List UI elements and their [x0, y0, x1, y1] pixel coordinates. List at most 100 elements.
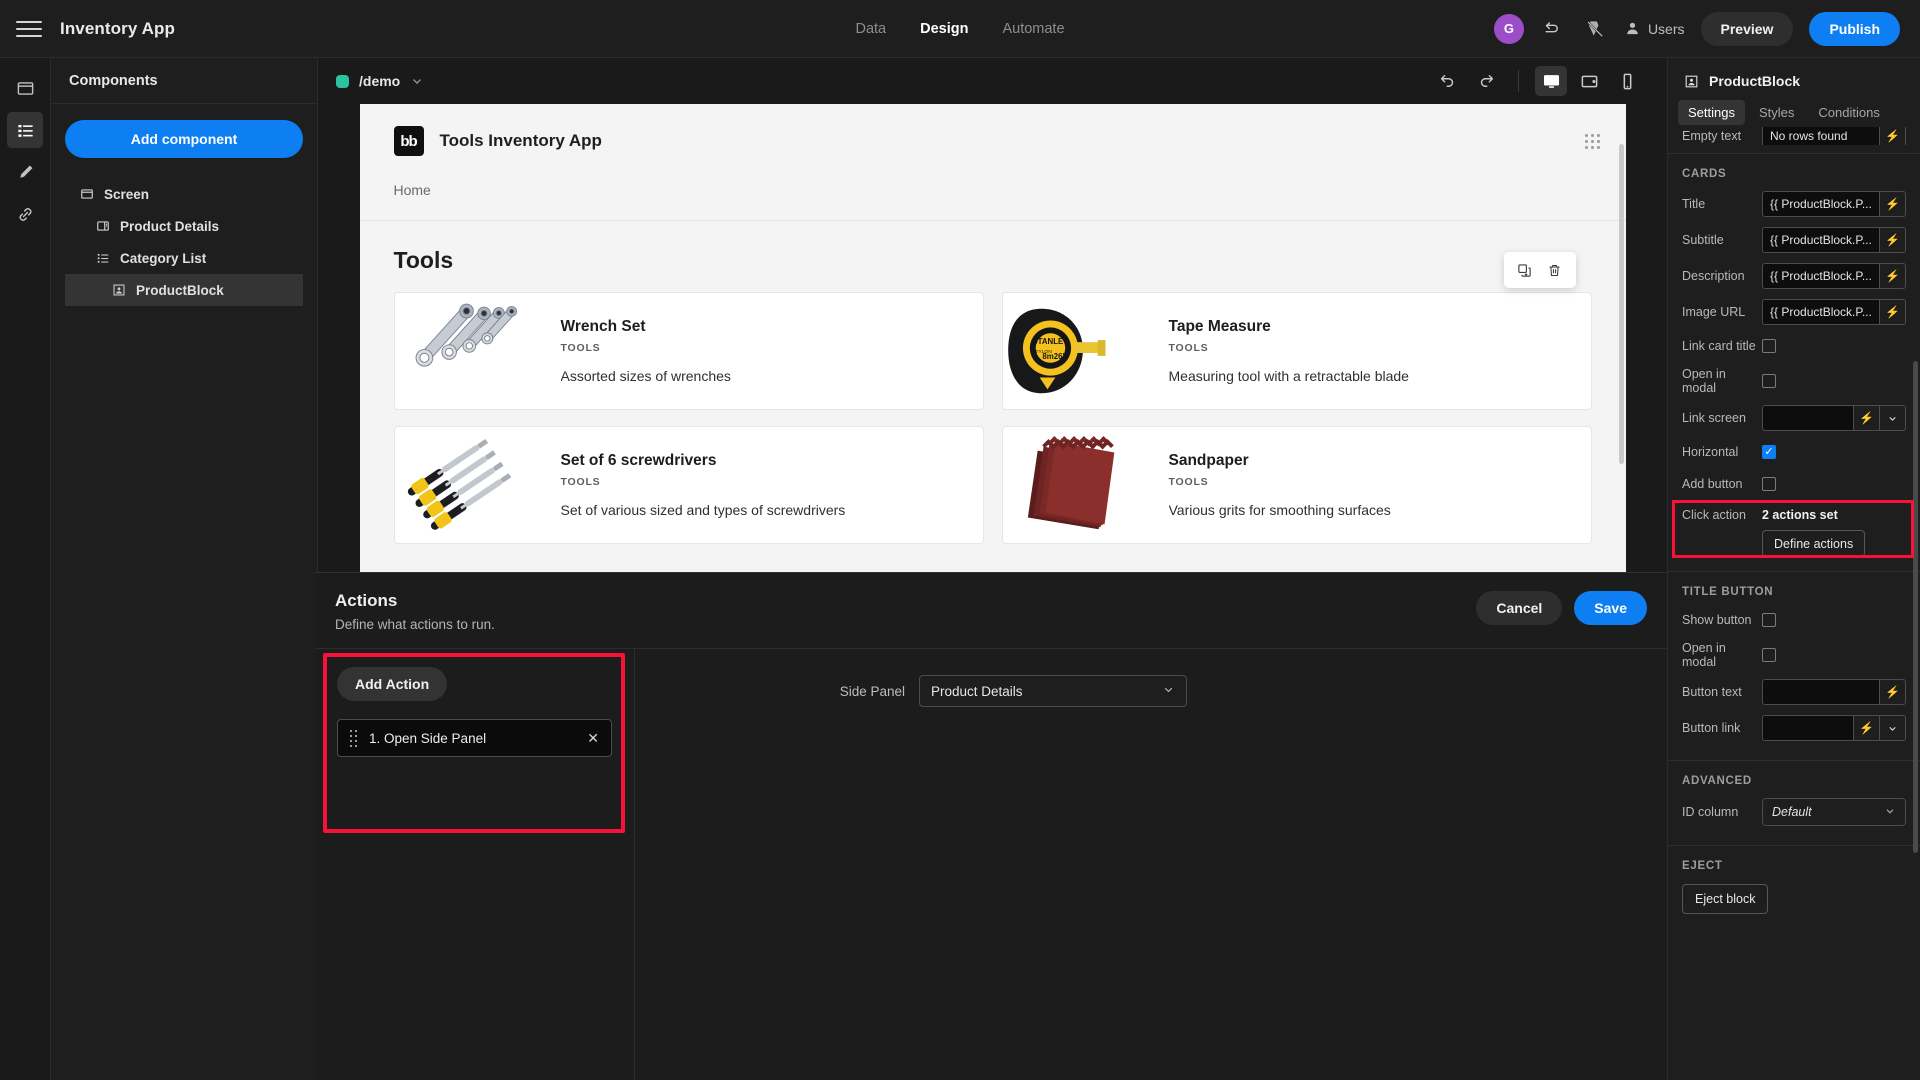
add-action-button[interactable]: Add Action [337, 667, 448, 701]
image-url-label: Image URL [1682, 305, 1746, 319]
actions-drawer-titles: Actions Define what actions to run. [335, 591, 495, 632]
redo-arrow-icon[interactable] [1470, 66, 1502, 96]
binding-bolt-icon[interactable]: ⚡ [1880, 127, 1906, 145]
duplicate-icon[interactable] [1512, 258, 1538, 282]
preview-scrollbar[interactable] [1618, 144, 1624, 464]
rail-item-components[interactable] [7, 112, 43, 148]
product-card-title: Set of 6 screwdrivers [560, 452, 717, 469]
chevron-down-icon[interactable] [410, 74, 424, 88]
svg-text:8m26': 8m26' [1042, 352, 1064, 361]
tab-conditions[interactable]: Conditions [1808, 100, 1889, 125]
product-card[interactable]: Set of 6 screwdrivers TOOLS Set of vario… [393, 426, 984, 544]
tree-item-label: Category List [120, 250, 207, 266]
desktop-icon[interactable] [1535, 66, 1567, 96]
setting-row-button-link: Button link ⚡ [1668, 710, 1920, 746]
eject-block-button[interactable]: Eject block [1682, 884, 1769, 914]
empty-text-input[interactable]: No rows found [1762, 127, 1880, 145]
tablet-icon[interactable] [1573, 66, 1605, 96]
tree-item-productblock[interactable]: ProductBlock [65, 274, 303, 306]
side-panel-select[interactable]: Product Details [919, 675, 1187, 707]
side-panel-label: Side Panel [839, 683, 905, 699]
app-root: Inventory App Data Design Automate G Use… [0, 0, 1920, 1080]
button-text-label: Button text [1682, 685, 1742, 699]
product-card[interactable]: Sandpaper TOOLS Various grits for smooth… [1001, 426, 1592, 544]
drag-grip-icon[interactable] [1584, 134, 1600, 149]
description-control: {{ ProductBlock.P... ⚡ [1762, 263, 1906, 289]
open-in-modal-checkbox[interactable] [1762, 374, 1776, 388]
mobile-icon[interactable] [1611, 66, 1643, 96]
nav-tab-automate[interactable]: Automate [1002, 18, 1064, 40]
description-input[interactable]: {{ ProductBlock.P... [1762, 263, 1880, 289]
avatar[interactable]: G [1493, 13, 1524, 44]
undo-arrow-icon[interactable] [1432, 66, 1464, 96]
group-cards: CARDS [1682, 168, 1727, 180]
link-screen-input[interactable] [1762, 405, 1854, 431]
product-card-text: Wrench Set TOOLS Assorted sizes of wrenc… [543, 318, 749, 384]
subtitle-input[interactable]: {{ ProductBlock.P... [1762, 227, 1880, 253]
button-link-input[interactable] [1762, 715, 1854, 741]
chevron-down-icon[interactable] [1880, 405, 1906, 431]
subtitle-label: Subtitle [1682, 233, 1724, 247]
product-card-subtitle: TOOLS [560, 476, 601, 488]
id-column-label: ID column [1682, 805, 1739, 819]
show-button-checkbox[interactable] [1762, 613, 1776, 627]
tree-item-screen[interactable]: Screen [65, 178, 303, 210]
nav-tab-design[interactable]: Design [920, 18, 968, 40]
binding-bolt-icon[interactable]: ⚡ [1880, 263, 1906, 289]
remove-action-icon[interactable]: ✕ [587, 730, 599, 747]
theme-icon[interactable] [1582, 16, 1608, 42]
id-column-select[interactable]: Default [1762, 798, 1906, 826]
binding-bolt-icon[interactable]: ⚡ [1854, 715, 1880, 741]
title-input[interactable]: {{ ProductBlock.P... [1762, 191, 1880, 217]
tb-open-in-modal-checkbox[interactable] [1762, 648, 1776, 662]
budibase-logo: bb [393, 126, 424, 156]
preview-button[interactable]: Preview [1700, 11, 1794, 46]
delete-icon[interactable] [1542, 258, 1568, 282]
binding-bolt-icon[interactable]: ⚡ [1880, 679, 1906, 705]
save-button[interactable]: Save [1574, 591, 1647, 625]
preview-title: Tools Inventory App [439, 131, 602, 150]
product-card[interactable]: STANLEY TYLON 8m26' Tape Measure TOOLS M… [1001, 292, 1592, 410]
add-component-button[interactable]: Add component [65, 120, 303, 158]
nav-tab-data[interactable]: Data [855, 18, 886, 40]
binding-bolt-icon[interactable]: ⚡ [1880, 227, 1906, 253]
define-actions-button[interactable]: Define actions [1762, 530, 1866, 557]
tab-settings[interactable]: Settings [1678, 100, 1745, 125]
link-card-title-checkbox[interactable] [1762, 339, 1776, 353]
image-url-input[interactable]: {{ ProductBlock.P... [1762, 299, 1880, 325]
undo-icon[interactable] [1540, 16, 1566, 42]
tab-styles[interactable]: Styles [1749, 100, 1804, 125]
tree-item-product-details[interactable]: Product Details [65, 210, 303, 242]
button-text-input[interactable] [1762, 679, 1880, 705]
product-card-subtitle: TOOLS [1168, 342, 1209, 354]
setting-row-empty-text: Empty text No rows found ⚡ [1668, 127, 1920, 145]
binding-bolt-icon[interactable]: ⚡ [1880, 191, 1906, 217]
settings-scrollbar[interactable] [1913, 361, 1918, 853]
id-column-control: Default [1762, 798, 1906, 826]
drag-handle-icon[interactable] [350, 729, 357, 747]
rail-item-screen[interactable] [7, 70, 43, 106]
settings-scroll-area: Empty text No rows found ⚡ CARDS Title {… [1668, 125, 1920, 1080]
binding-bolt-icon[interactable]: ⚡ [1880, 299, 1906, 325]
actions-drawer-header: Actions Define what actions to run. Canc… [315, 573, 1667, 648]
hamburger-icon[interactable] [16, 16, 42, 42]
chevron-down-icon[interactable] [1880, 715, 1906, 741]
show-button-control [1762, 613, 1906, 627]
horizontal-checkbox[interactable] [1762, 445, 1776, 459]
add-button-checkbox[interactable] [1762, 477, 1776, 491]
tree-item-label: ProductBlock [136, 282, 224, 298]
product-card[interactable]: Wrench Set TOOLS Assorted sizes of wrenc… [393, 292, 984, 410]
side-panel-field-row: Side Panel Product Details [635, 675, 1667, 707]
rail-item-theme[interactable] [7, 154, 43, 190]
cancel-button[interactable]: Cancel [1476, 591, 1563, 625]
tree-item-category-list[interactable]: Category List [65, 242, 303, 274]
action-list-item[interactable]: 1. Open Side Panel ✕ [337, 719, 612, 757]
open-in-modal-label: Open in modal [1682, 367, 1726, 395]
rail-item-links[interactable] [7, 196, 43, 232]
publish-button[interactable]: Publish [1809, 11, 1900, 46]
users-button[interactable]: Users [1624, 20, 1685, 37]
list-icon [95, 250, 111, 266]
preview-nav-item-home[interactable]: Home [394, 182, 431, 198]
binding-bolt-icon[interactable]: ⚡ [1854, 405, 1880, 431]
actions-drawer: Actions Define what actions to run. Canc… [315, 572, 1667, 1080]
